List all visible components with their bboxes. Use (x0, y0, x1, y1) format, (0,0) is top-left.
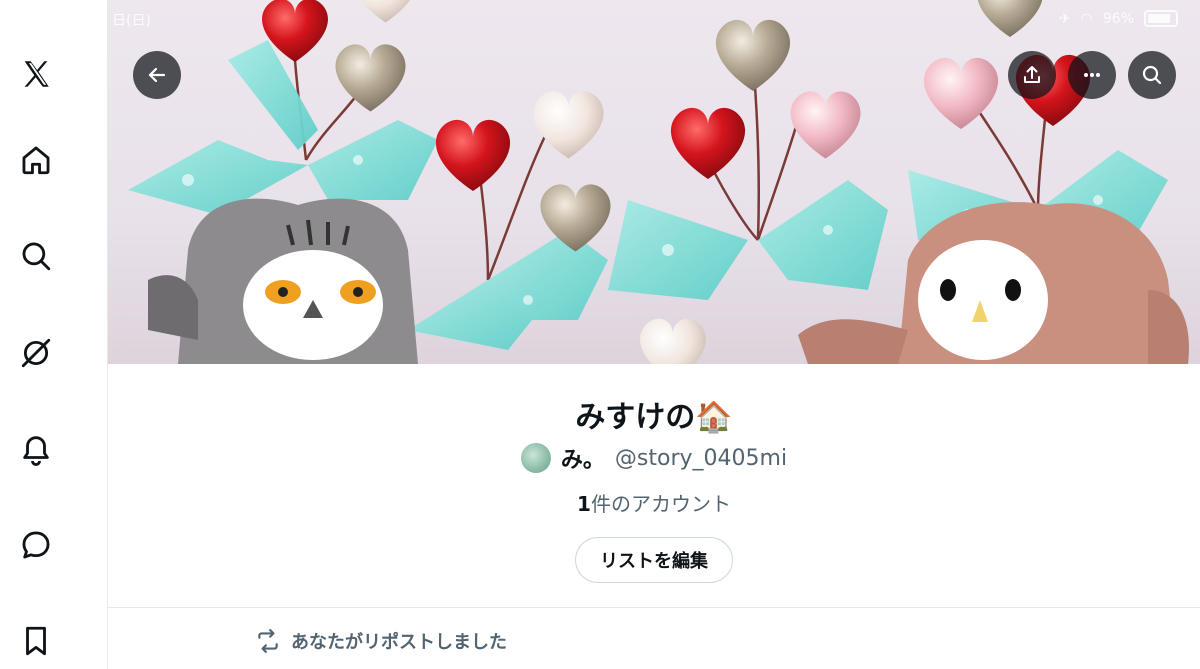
list-page: 日(日) ✈ ◠ 96% みすけの🏠 み。 @story_0405mi 1件のア… (0, 0, 1200, 669)
more-icon (1084, 73, 1100, 77)
member-count[interactable]: 1件のアカウント (108, 488, 1200, 517)
repost-icon (258, 629, 278, 653)
wifi-icon: ◠ (1080, 10, 1093, 27)
owner-handle[interactable]: @story_0405mi (615, 446, 787, 471)
x-logo-icon[interactable] (14, 52, 58, 96)
list-title: みすけの🏠 (575, 400, 733, 435)
airplane-icon: ✈ (1058, 10, 1071, 27)
search-icon[interactable] (14, 234, 58, 278)
status-date: 日(日) (112, 13, 151, 29)
owner-name[interactable]: み。 (561, 442, 605, 474)
home-icon[interactable] (14, 138, 58, 182)
member-count-label: 件のアカウント (590, 492, 731, 516)
edit-list-button[interactable]: リストを編集 (575, 537, 733, 583)
sidebar (0, 0, 108, 669)
member-count-number: 1 (577, 492, 591, 516)
messages-icon[interactable] (14, 523, 58, 567)
more-button[interactable] (1068, 51, 1116, 99)
back-button[interactable] (133, 51, 181, 99)
list-owner[interactable]: み。 @story_0405mi (108, 442, 1200, 474)
share-button[interactable] (1008, 51, 1056, 99)
list-banner-image: 日(日) ✈ ◠ 96% (108, 0, 1200, 364)
notifications-icon[interactable] (14, 427, 58, 471)
avatar[interactable] (520, 443, 551, 473)
battery-icon (1144, 10, 1178, 27)
status-bar: 日(日) ✈ ◠ 96% (108, 8, 1200, 29)
repost-indicator[interactable]: あなたがリポストしました (255, 628, 507, 654)
back-arrow-icon (148, 67, 166, 83)
grok-icon[interactable] (14, 331, 58, 375)
list-info: みすけの🏠 み。 @story_0405mi 1件のアカウント リストを編集 (108, 364, 1200, 608)
battery-percent: 96% (1102, 10, 1134, 27)
search-button[interactable] (1128, 51, 1176, 99)
bookmarks-icon[interactable] (14, 619, 58, 663)
search-icon (1142, 65, 1162, 85)
status-icons: ✈ ◠ 96% (1059, 10, 1178, 27)
divider (108, 607, 1200, 608)
share-icon (1024, 66, 1040, 83)
repost-label: あなたがリポストしました (291, 632, 507, 653)
